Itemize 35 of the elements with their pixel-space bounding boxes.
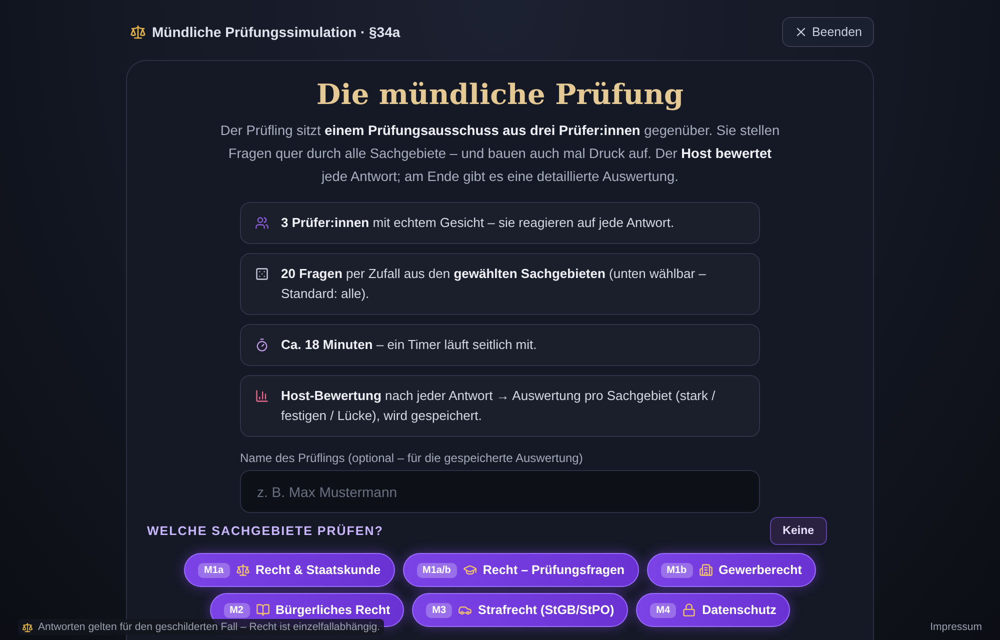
section-heading: WELCHE SACHGEBIETE PRÜFEN? xyxy=(147,524,384,538)
feature-text: Ca. 18 Minuten – ein Timer läuft seitlich mit. xyxy=(281,336,537,354)
subject-code: M1a xyxy=(198,562,230,578)
feature-text: 20 Fragen per Zufall aus den gewählten Sachgebieten (unten wählbar – Standard: alle). xyxy=(281,265,707,303)
subject-code: M3 xyxy=(426,602,452,618)
app-title: Mündliche Prüfungssimulation · §34a xyxy=(152,24,400,40)
subject-code: M4 xyxy=(650,602,676,618)
feature-text: Host-Bewertung nach jeder Antwort → Auswertung pro Sachgebiet (stark / festigen / Lücke), wird gespeichert. xyxy=(281,387,716,425)
intro-text: Der Prüfling sitzt einem Prüfungsausschuss aus drei Prüfer:innen gegenüber. Sie stellen Fragen quer durch alle Sachgebiete – und bauen auch mal Druck auf. Der Host bewertet jede Antwort; am Ende gibt es eine detaillierte Auswertung. xyxy=(219,122,781,186)
impressum-link[interactable]: Impressum xyxy=(930,621,982,633)
page-heading: Die mündliche Prüfung xyxy=(315,77,685,113)
subject-chip[interactable]: M1b Gewerberecht xyxy=(646,553,816,587)
subject-chip[interactable]: M3 Strafrecht (StGB/StPO) xyxy=(412,593,628,627)
field-label: Name des Prüflings (optional – für die gespeicherte Auswertung) xyxy=(240,451,584,465)
subject-chip[interactable]: M1a/b Recht – Prüfungsfragen xyxy=(402,553,639,587)
lock-icon xyxy=(682,603,696,617)
subject-code: M1b xyxy=(660,562,693,578)
subject-chip[interactable]: M1a Recht & Staatskunde xyxy=(184,553,395,587)
subject-code: M2 xyxy=(224,602,250,618)
stopwatch-icon xyxy=(255,338,269,352)
none-button[interactable]: Keine xyxy=(770,517,827,545)
subject-code: M1a/b xyxy=(416,562,457,578)
scales-icon xyxy=(236,563,250,577)
feature-text: 3 Prüfer:innen mit echtem Gesicht – sie reagieren auf jede Antwort. xyxy=(281,214,674,232)
name-input-field[interactable]: z. B. Max Mustermann xyxy=(240,470,760,513)
subject-chip[interactable]: M4 Datenschutz xyxy=(636,593,790,627)
building-icon xyxy=(698,563,713,577)
close-button[interactable]: Beenden xyxy=(782,17,874,47)
bar-chart-icon xyxy=(255,389,269,403)
graduation-cap-icon xyxy=(462,563,477,577)
people-icon xyxy=(255,216,269,230)
scales-icon xyxy=(22,622,33,632)
scales-icon xyxy=(130,24,146,40)
book-icon xyxy=(256,603,270,617)
dice-icon xyxy=(255,267,269,281)
